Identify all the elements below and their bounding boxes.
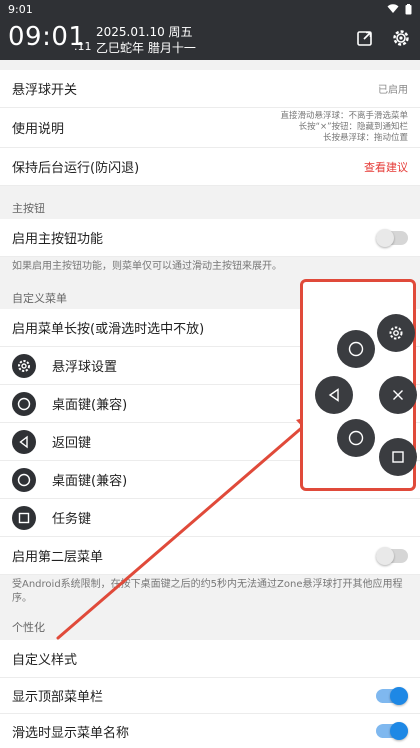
- circle-icon[interactable]: [337, 330, 375, 368]
- square-icon[interactable]: [379, 438, 417, 476]
- gear-icon[interactable]: [377, 314, 415, 352]
- float-menu-preview: [300, 279, 417, 491]
- circle-icon[interactable]: [337, 419, 375, 457]
- close-icon[interactable]: [379, 376, 417, 414]
- back-triangle-icon[interactable]: [315, 376, 353, 414]
